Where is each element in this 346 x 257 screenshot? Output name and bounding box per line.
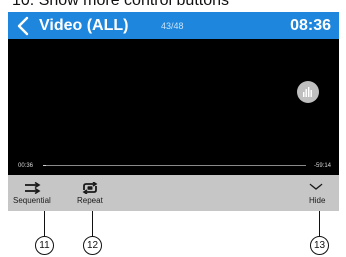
sequential-icon <box>25 182 41 194</box>
back-arrow-icon[interactable] <box>14 15 32 37</box>
repeat-all-icon <box>82 182 98 194</box>
clock: 08:36 <box>290 17 331 34</box>
callout-11: 11 <box>35 236 54 255</box>
progress-slider[interactable] <box>43 165 306 166</box>
repeat-label: Repeat <box>77 196 103 205</box>
callout-leader-11 <box>44 211 45 236</box>
track-counter: 43/48 <box>161 21 184 31</box>
control-bar: Sequential Repeat Hide <box>8 175 339 211</box>
manual-figure: 10. Show more control buttons Video (ALL… <box>0 0 346 257</box>
hide-label: Hide <box>309 196 326 205</box>
callout-leader-13 <box>319 211 320 236</box>
video-area[interactable]: 00:36 -59:14 <box>8 39 339 175</box>
repeat-button[interactable]: Repeat <box>72 175 112 211</box>
sequential-button[interactable]: Sequential <box>12 175 60 211</box>
video-player-screen: Video (ALL) 43/48 08:36 00:36 -59:14 Seq… <box>8 12 339 211</box>
progress-fill <box>43 165 46 166</box>
callout-leader-12 <box>92 211 93 236</box>
header-bar: Video (ALL) 43/48 08:36 <box>8 12 339 39</box>
chevron-down-icon <box>309 183 323 190</box>
hide-button[interactable]: Hide <box>303 175 333 211</box>
page-title: Video (ALL) <box>39 17 129 34</box>
sequential-label: Sequential <box>13 196 51 205</box>
equalizer-icon[interactable] <box>297 81 319 103</box>
callout-12: 12 <box>83 236 102 255</box>
figure-caption: 10. Show more control buttons <box>12 0 230 9</box>
callout-13: 13 <box>310 236 329 255</box>
remaining-time: -59:14 <box>313 163 331 169</box>
elapsed-time: 00:36 <box>18 163 34 169</box>
